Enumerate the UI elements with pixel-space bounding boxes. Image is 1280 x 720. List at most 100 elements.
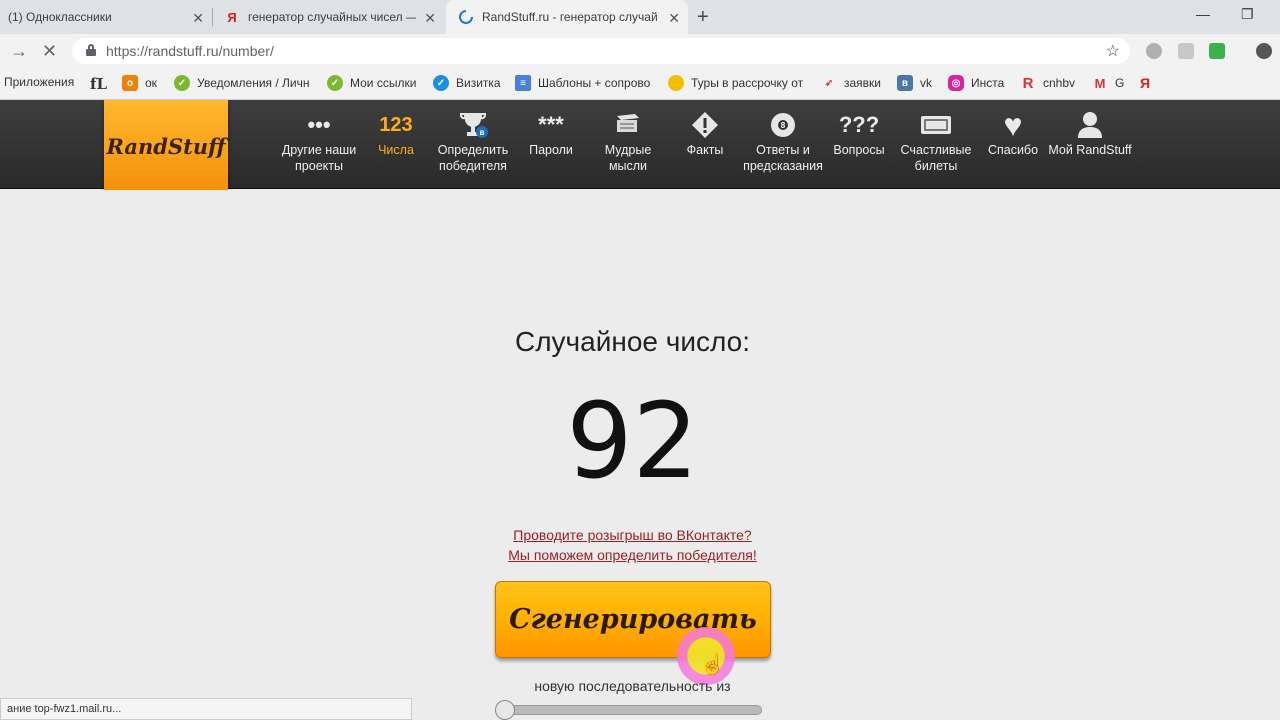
nav-label: Ответы и предсказания <box>743 143 823 173</box>
nav-passwords[interactable]: *** Пароли <box>509 108 593 158</box>
bookmark-notifications[interactable]: ✓ Уведомления / Личн <box>174 75 309 91</box>
bookmark-label: ок <box>145 76 157 90</box>
bookmark-label: заявки <box>844 76 882 90</box>
bookmark-my-links[interactable]: ✓ Мои ссылки <box>327 75 416 91</box>
bookmark-label: Приложения <box>4 75 75 89</box>
exclamation-icon <box>663 108 747 142</box>
status-bar: ание top-fwz1.mail.ru... <box>0 698 412 720</box>
bookmark-requests[interactable]: ➶ заявки <box>821 75 881 91</box>
trophy-icon: в <box>431 108 515 142</box>
slider-handle[interactable] <box>495 700 515 720</box>
doc-icon: ≡ <box>515 75 531 91</box>
lock-icon <box>86 44 96 56</box>
check-icon: ✓ <box>174 75 190 91</box>
nav-other-projects[interactable]: ••• Другие наши проекты <box>277 108 361 174</box>
bookmark-label: Уведомления / Личн <box>197 76 309 90</box>
instagram-icon: ◎ <box>948 75 964 91</box>
nav-lucky-tickets[interactable]: Счастливые билеты <box>894 108 978 174</box>
nav-answers[interactable]: 8 Ответы и предсказания <box>741 108 825 174</box>
close-tab-icon[interactable]: ✕ <box>668 10 680 27</box>
svg-text:в: в <box>480 128 485 137</box>
tab-odnoklassniki[interactable]: (1) Одноклассники ✕ <box>0 0 212 34</box>
nav-my-randstuff[interactable]: Мой RandStuff <box>1048 108 1132 158</box>
question-icon: ??? <box>838 112 880 137</box>
nav-label: Определить победителя <box>437 143 509 173</box>
extension-icon[interactable] <box>1209 43 1225 59</box>
site-logo[interactable]: RandStuff <box>104 100 228 192</box>
nav-wise-thoughts[interactable]: Мудрые мысли <box>586 108 670 174</box>
bookmark-templates[interactable]: ≡ Шаблоны + сопрово <box>515 75 650 91</box>
nav-numbers[interactable]: 123 Числа <box>354 108 438 158</box>
svg-text:8: 8 <box>781 121 786 130</box>
nav-label: Мудрые мысли <box>604 143 652 173</box>
bookmark-label: Визитка <box>456 76 501 90</box>
tour-icon <box>668 75 684 91</box>
bookmark-label: Инста <box>971 76 1005 90</box>
nav-label: Факты <box>686 143 724 157</box>
check-blue-icon: ✓ <box>433 75 449 91</box>
url-text: https://randstuff.ru/number/ <box>106 43 274 59</box>
bookmark-ok[interactable]: о ок <box>122 75 157 91</box>
sequence-slider[interactable] <box>495 705 762 715</box>
yandex-icon: Я <box>227 9 237 25</box>
globe-icon[interactable] <box>1146 43 1162 59</box>
bookmark-label: vk <box>920 76 932 90</box>
minimize-icon[interactable]: — <box>1196 6 1210 22</box>
bookmark-apps[interactable]: Приложения <box>4 75 74 89</box>
bookmark-insta[interactable]: ◎ Инста <box>948 75 1004 91</box>
address-bar[interactable]: https://randstuff.ru/number/ ☆ <box>72 38 1130 64</box>
rocket-icon: ➶ <box>824 77 834 89</box>
stop-icon[interactable]: ✕ <box>42 41 57 62</box>
close-tab-icon[interactable]: ✕ <box>192 10 204 27</box>
nav-label: Вопросы <box>833 143 885 157</box>
tab-yandex[interactable]: Я генератор случайных чисел — ✕ <box>214 0 444 34</box>
bookmark-label: cnhbv <box>1043 76 1076 90</box>
loading-icon <box>458 9 474 25</box>
tab-title: генератор случайных чисел — <box>248 10 416 24</box>
bookmark-fl[interactable]: fL <box>90 75 107 93</box>
sequence-label: новую последовательность из <box>534 678 731 694</box>
bookmark-gmail[interactable]: M G <box>1092 75 1125 91</box>
ok-icon: о <box>122 75 138 91</box>
vk-contest-link[interactable]: Проводите розыгрыш во ВКонтакте? <box>0 527 1265 543</box>
restore-icon[interactable]: ❐ <box>1241 6 1254 23</box>
new-tab-button[interactable]: + <box>697 6 709 29</box>
bookmark-yandex[interactable]: Я <box>1140 75 1150 91</box>
nav-label: Числа <box>378 143 414 157</box>
user-icon <box>1048 108 1132 142</box>
bookmark-vk[interactable]: в vk <box>897 75 932 91</box>
tab-title: RandStuff.ru - генератор случай <box>482 10 658 24</box>
translate-icon[interactable] <box>1178 43 1194 59</box>
close-tab-icon[interactable]: ✕ <box>424 10 436 27</box>
vk-winner-link[interactable]: Мы поможем определить победителя! <box>0 547 1265 563</box>
bookmark-label: Мои ссылки <box>350 76 417 90</box>
bookmark-tours[interactable]: Туры в рассрочку от <box>668 75 803 91</box>
bookmark-star-icon[interactable]: ☆ <box>1106 41 1120 61</box>
tab-divider <box>212 8 213 26</box>
nav-questions[interactable]: ??? Вопросы <box>817 108 901 158</box>
book-icon <box>586 108 670 142</box>
nav-label: Спасибо <box>987 143 1039 157</box>
check-icon: ✓ <box>327 75 343 91</box>
bookmark-cnhbv[interactable]: R cnhbv <box>1020 75 1076 92</box>
bookmark-label: Туры в рассрочку от <box>691 76 803 90</box>
heart-icon: ♥ <box>1003 107 1023 143</box>
bookmark-vizitka[interactable]: ✓ Визитка <box>433 75 501 91</box>
bookmark-label: Я <box>1140 75 1151 91</box>
numbers-icon: 123 <box>379 114 413 136</box>
forward-icon[interactable]: → <box>10 41 28 62</box>
vk-icon: в <box>897 75 913 91</box>
password-icon: *** <box>538 112 564 137</box>
tab-title: (1) Одноклассники <box>8 10 112 24</box>
tab-randstuff[interactable]: RandStuff.ru - генератор случай ✕ <box>446 0 688 34</box>
profile-icon[interactable] <box>1256 43 1272 59</box>
nav-facts[interactable]: Факты <box>663 108 747 158</box>
bookmark-label: Шаблоны + сопрово <box>538 76 650 90</box>
hand-cursor-icon: ☝ <box>700 654 725 676</box>
nav-label: Другие наши проекты <box>281 143 357 173</box>
nav-winner[interactable]: в Определить победителя <box>431 108 515 174</box>
nav-thanks[interactable]: ♥ Спасибо <box>971 108 1055 158</box>
logo-text: RandStuff <box>106 133 226 159</box>
browser-toolbar: → ✕ https://randstuff.ru/number/ ☆ <box>0 34 1280 68</box>
bookmarks-bar: Приложения fL о ок ✓ Уведомления / Личн … <box>0 68 1280 100</box>
